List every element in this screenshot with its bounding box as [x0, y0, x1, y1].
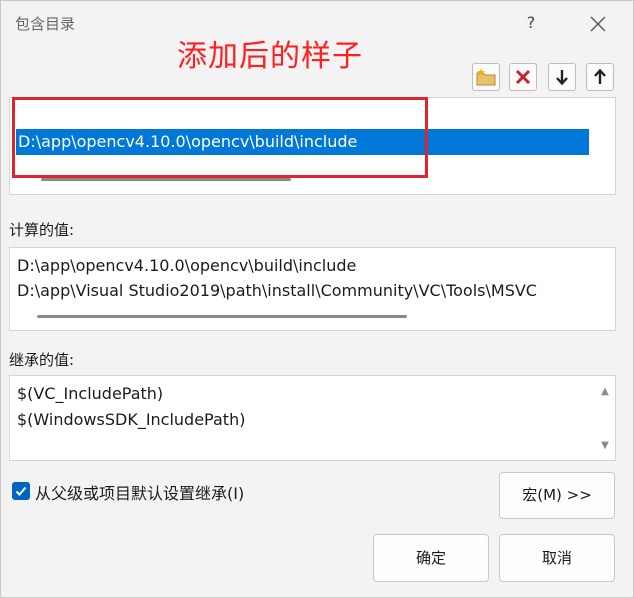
highlight-frame — [12, 97, 428, 178]
close-icon — [590, 16, 606, 32]
inherited-values-label: 继承的值: — [9, 351, 75, 369]
move-up-button[interactable] — [586, 63, 614, 91]
cancel-button[interactable]: 取消 — [499, 534, 615, 582]
inherit-checkbox[interactable] — [12, 482, 30, 500]
include-directories-dialog: 包含目录 添加后的样子 ? D:\app\opencv4.10.0\opencv… — [0, 0, 634, 598]
evaluated-line: D:\app\Visual Studio2019\path\install\Co… — [17, 281, 537, 300]
move-up-icon — [594, 68, 606, 84]
ok-button[interactable]: 确定 — [373, 534, 489, 582]
scroll-down-arrow-icon[interactable]: ▼ — [599, 441, 611, 451]
inherited-line: $(WindowsSDK_IncludePath) — [17, 410, 246, 429]
delete-line-button[interactable] — [509, 63, 537, 91]
evaluated-line: D:\app\opencv4.10.0\opencv\build\include — [17, 256, 357, 275]
list-horizontal-scrollbar[interactable] — [41, 178, 291, 181]
close-button[interactable] — [586, 12, 610, 36]
annotation-text: 添加后的样子 — [177, 39, 363, 74]
evaluated-horizontal-scrollbar[interactable] — [37, 315, 407, 318]
evaluated-values-label: 计算的值: — [9, 221, 75, 239]
window-title: 包含目录 — [15, 15, 76, 33]
move-down-button[interactable] — [548, 63, 576, 91]
new-folder-icon — [476, 68, 496, 86]
new-line-button[interactable] — [472, 63, 500, 91]
help-button[interactable]: ? — [521, 13, 541, 33]
move-down-icon — [556, 70, 568, 86]
delete-icon — [515, 69, 531, 85]
checkmark-icon — [15, 486, 27, 496]
macros-button[interactable]: 宏(M) >> — [499, 472, 615, 519]
inherit-checkbox-label[interactable]: 从父级或项目默认设置继承(I) — [35, 480, 244, 504]
scroll-up-arrow-icon[interactable]: ▲ — [599, 387, 611, 397]
inherited-line: $(VC_IncludePath) — [17, 384, 164, 403]
evaluated-values-content: D:\app\opencv4.10.0\opencv\build\include… — [10, 248, 590, 318]
